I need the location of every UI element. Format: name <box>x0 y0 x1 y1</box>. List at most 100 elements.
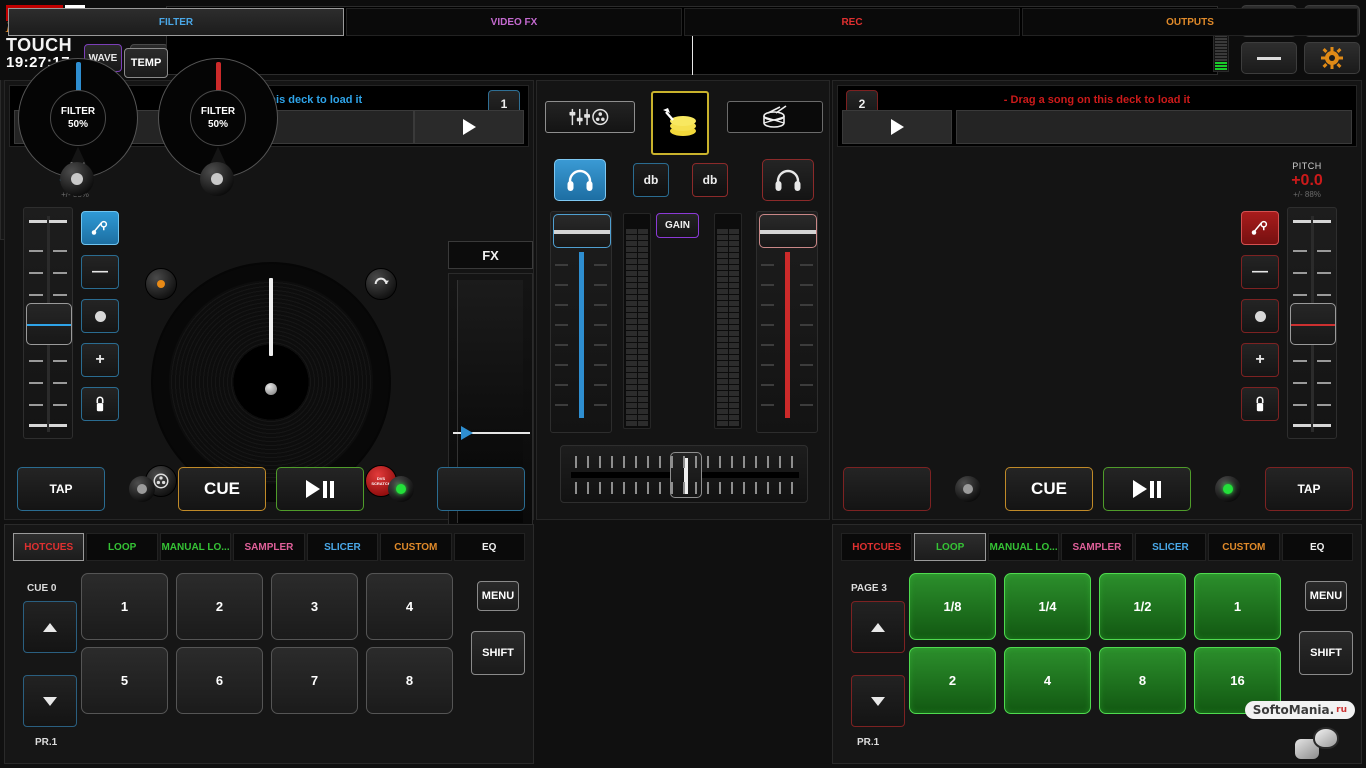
vu-segment <box>717 343 739 348</box>
tab-b-slicer[interactable]: SLICER <box>1134 533 1207 561</box>
tab-a-hotcues[interactable]: HOTCUES <box>13 533 85 561</box>
deck-a-fx-button[interactable]: FX <box>448 241 533 269</box>
pad-a-8[interactable]: 8 <box>366 647 453 714</box>
tab-fx-filter[interactable]: FILTER <box>8 8 344 36</box>
mixer-eq-button[interactable] <box>545 101 635 133</box>
deck-b-cue-button[interactable]: CUE <box>1005 467 1093 511</box>
tab-b-hotcues[interactable]: HOTCUES <box>841 533 913 561</box>
deck-a-aux-button[interactable] <box>437 467 525 511</box>
tab-a-slicer[interactable]: SLICER <box>306 533 379 561</box>
deck-a-cue-led-knob[interactable] <box>128 476 155 502</box>
deck-b-pitch-reset-button[interactable] <box>1241 299 1279 333</box>
deck-a-pitch-minus-button[interactable]: — <box>81 255 119 289</box>
pad-a-2[interactable]: 2 <box>176 573 263 640</box>
pad-b-1[interactable]: 1/8 <box>909 573 996 640</box>
deck-a-pitch-knob[interactable] <box>26 303 72 345</box>
deck-a-pitch-fader[interactable] <box>23 207 73 439</box>
mixer-channel-b-fader[interactable] <box>756 211 818 433</box>
deck-a-loop-out-knob[interactable] <box>365 268 397 300</box>
pad-a-6[interactable]: 6 <box>176 647 263 714</box>
deck-b-aux-button[interactable] <box>843 467 931 511</box>
pad-a-shift-button[interactable]: SHIFT <box>471 631 525 675</box>
pad-b-shift-button[interactable]: SHIFT <box>1299 631 1353 675</box>
filter-knob-b-toggle[interactable] <box>200 162 234 196</box>
filter-knob-a[interactable]: FILTER 50% <box>18 58 138 196</box>
tab-b-sampler[interactable]: SAMPLER <box>1061 533 1133 561</box>
pad-a-7[interactable]: 7 <box>271 647 358 714</box>
deck-a-preview-play-button[interactable] <box>414 110 524 144</box>
pad-b-5[interactable]: 2 <box>909 647 996 714</box>
pad-a-3[interactable]: 3 <box>271 573 358 640</box>
deck-b-preview-play-button[interactable] <box>842 110 952 144</box>
pad-b-7[interactable]: 8 <box>1099 647 1186 714</box>
deck-b-play-button[interactable] <box>1103 467 1191 511</box>
pad-b-3[interactable]: 1/2 <box>1099 573 1186 640</box>
tab-a-loop[interactable]: LOOP <box>86 533 158 561</box>
deck-b-song-slot[interactable] <box>956 110 1352 144</box>
deck-b-pitch-minus-button[interactable]: — <box>1241 255 1279 289</box>
settings-button[interactable] <box>1304 42 1360 74</box>
minimize-button[interactable] <box>1241 42 1297 74</box>
mixer-headphones-a-button[interactable] <box>554 159 606 201</box>
deck-a-cue-button[interactable]: CUE <box>178 467 266 511</box>
tab-fx-video-fx[interactable]: VIDEO FX <box>346 8 682 36</box>
pad-a-5[interactable]: 5 <box>81 647 168 714</box>
pad-b-4[interactable]: 1 <box>1194 573 1281 640</box>
tab-b-custom[interactable]: CUSTOM <box>1208 533 1280 561</box>
pad-a-4[interactable]: 4 <box>366 573 453 640</box>
mixer-sampler-button[interactable] <box>651 91 709 155</box>
deck-a-loop-in-knob[interactable] <box>145 268 177 300</box>
vu-segment <box>626 265 648 270</box>
crossfader-tick <box>731 482 733 494</box>
deck-a-tap-button[interactable]: TAP <box>17 467 105 511</box>
tab-b-eq[interactable]: EQ <box>1281 533 1353 561</box>
deck-b-play-led-knob[interactable] <box>1215 476 1241 502</box>
pad-b-page-up-button[interactable] <box>851 601 905 653</box>
mixer-db-a-button[interactable]: db <box>633 163 669 197</box>
deck-a-play-led-knob[interactable] <box>387 476 414 502</box>
filter-knob-b[interactable]: FILTER 50% <box>158 58 278 196</box>
channel-a-fader-knob[interactable] <box>553 214 611 248</box>
crossfader-knob[interactable] <box>670 452 702 498</box>
filter-knob-b-name: FILTER <box>200 106 236 117</box>
deck-a-play-button[interactable] <box>276 467 364 511</box>
mixer-headphones-b-button[interactable] <box>762 159 814 201</box>
pad-a-page-down-button[interactable] <box>23 675 77 727</box>
deck-b-tap-button[interactable]: TAP <box>1265 467 1353 511</box>
deck-b-pitch-knob[interactable] <box>1290 303 1336 345</box>
tab-a-custom[interactable]: CUSTOM <box>380 533 452 561</box>
pad-b-6[interactable]: 4 <box>1004 647 1091 714</box>
deck-b-pitch-plus-button[interactable]: + <box>1241 343 1279 377</box>
deck-b-cue-led-knob[interactable] <box>955 476 981 502</box>
pad-a-menu-button[interactable]: MENU <box>477 581 519 611</box>
deck-a-pitch-reset-button[interactable] <box>81 299 119 333</box>
deck-a-pitch-plus-button[interactable]: + <box>81 343 119 377</box>
pad-a-1[interactable]: 1 <box>81 573 168 640</box>
mixer-gain-button[interactable]: GAIN <box>656 213 699 238</box>
deck-a-keylock-button[interactable] <box>81 211 119 245</box>
tab-fx-rec[interactable]: REC <box>684 8 1020 36</box>
filter-knob-a-toggle[interactable] <box>60 162 94 196</box>
deck-b-pitch-fader[interactable] <box>1287 207 1337 439</box>
deck-b-pitch-lock-button[interactable] <box>1241 387 1279 421</box>
tab-b-loop[interactable]: LOOP <box>914 533 986 561</box>
pad-b-menu-button[interactable]: MENU <box>1305 581 1347 611</box>
mixer-drum-button[interactable] <box>727 101 823 133</box>
pad-b-page-down-button[interactable] <box>851 675 905 727</box>
crossfader-tick <box>779 456 781 468</box>
pad-b-2[interactable]: 1/4 <box>1004 573 1091 640</box>
tab-a-manual-lo[interactable]: MANUAL LO... <box>159 533 232 561</box>
tab-fx-outputs[interactable]: OUTPUTS <box>1022 8 1358 36</box>
tab-a-sampler[interactable]: SAMPLER <box>233 533 305 561</box>
vu-segment <box>717 349 739 354</box>
channel-b-fader-knob[interactable] <box>759 214 817 248</box>
tab-b-manual-lo[interactable]: MANUAL LO... <box>987 533 1060 561</box>
pad-a-page-up-button[interactable] <box>23 601 77 653</box>
tab-a-eq[interactable]: EQ <box>453 533 525 561</box>
mixer-db-b-button[interactable]: db <box>692 163 728 197</box>
deck-b-keylock-button[interactable] <box>1241 211 1279 245</box>
deck-a-pitch-lock-button[interactable] <box>81 387 119 421</box>
crossfader[interactable] <box>560 445 808 503</box>
mixer-channel-a-fader[interactable] <box>550 211 612 433</box>
pad-a-top-label: CUE 0 <box>27 583 57 594</box>
